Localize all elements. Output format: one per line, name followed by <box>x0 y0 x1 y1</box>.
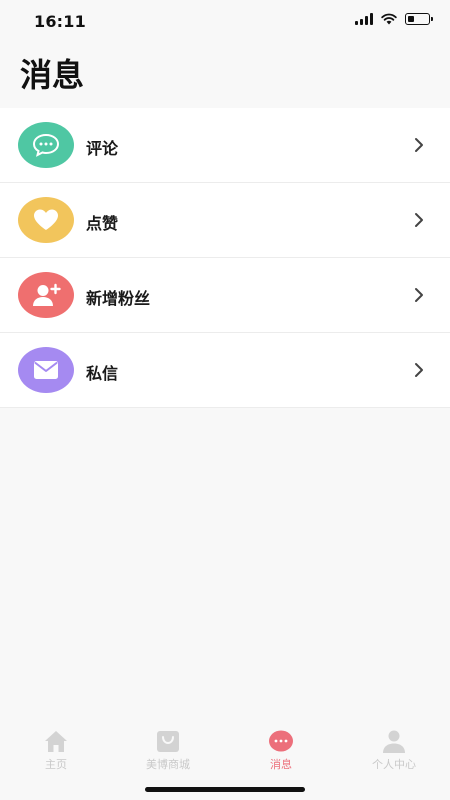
heart-icon <box>18 197 74 243</box>
tab-profile[interactable]: 个人中心 <box>338 728 450 778</box>
chevron-right-icon <box>415 363 423 377</box>
chat-bubble-icon <box>18 122 74 168</box>
bottom-tab-bar: 主页 美博商城 消息 个人中心 <box>0 710 450 800</box>
list-item-label: 评论 <box>86 139 119 158</box>
home-indicator <box>145 787 305 792</box>
chevron-right-icon <box>415 213 423 227</box>
tab-mall[interactable]: 美博商城 <box>112 728 224 778</box>
message-icon <box>267 728 295 754</box>
wifi-icon <box>381 13 397 25</box>
list-item-comments[interactable]: 评论 <box>0 108 450 183</box>
chevron-right-icon <box>415 288 423 302</box>
chevron-right-icon <box>415 138 423 152</box>
shopping-bag-icon <box>154 728 182 754</box>
page-title: 消息 <box>20 56 85 94</box>
tab-label: 消息 <box>270 758 292 771</box>
list-item-likes[interactable]: 点赞 <box>0 183 450 258</box>
status-bar: 16:11 <box>0 0 450 44</box>
messages-screen: 16:11 消息 评论 点赞 新增粉丝 私信 主页 美博商城 消息 个人中心 <box>0 0 450 800</box>
list-item-private-messages[interactable]: 私信 <box>0 333 450 408</box>
message-category-list: 评论 点赞 新增粉丝 私信 <box>0 108 450 408</box>
tab-label: 个人中心 <box>372 758 416 771</box>
add-user-icon <box>18 272 74 318</box>
tab-messages[interactable]: 消息 <box>225 728 337 778</box>
list-item-label: 点赞 <box>86 214 119 233</box>
user-icon <box>380 728 408 754</box>
mail-icon <box>18 347 74 393</box>
battery-level <box>407 15 415 22</box>
battery-icon <box>405 13 433 25</box>
tab-home[interactable]: 主页 <box>0 728 112 778</box>
tab-label: 主页 <box>45 758 67 771</box>
status-icons <box>355 13 433 25</box>
signal-icon <box>355 13 373 25</box>
list-item-label: 私信 <box>86 364 119 383</box>
home-icon <box>42 728 70 754</box>
status-time: 16:11 <box>34 12 86 31</box>
list-item-label: 新增粉丝 <box>86 289 151 308</box>
list-item-new-followers[interactable]: 新增粉丝 <box>0 258 450 333</box>
tab-label: 美博商城 <box>146 758 190 771</box>
